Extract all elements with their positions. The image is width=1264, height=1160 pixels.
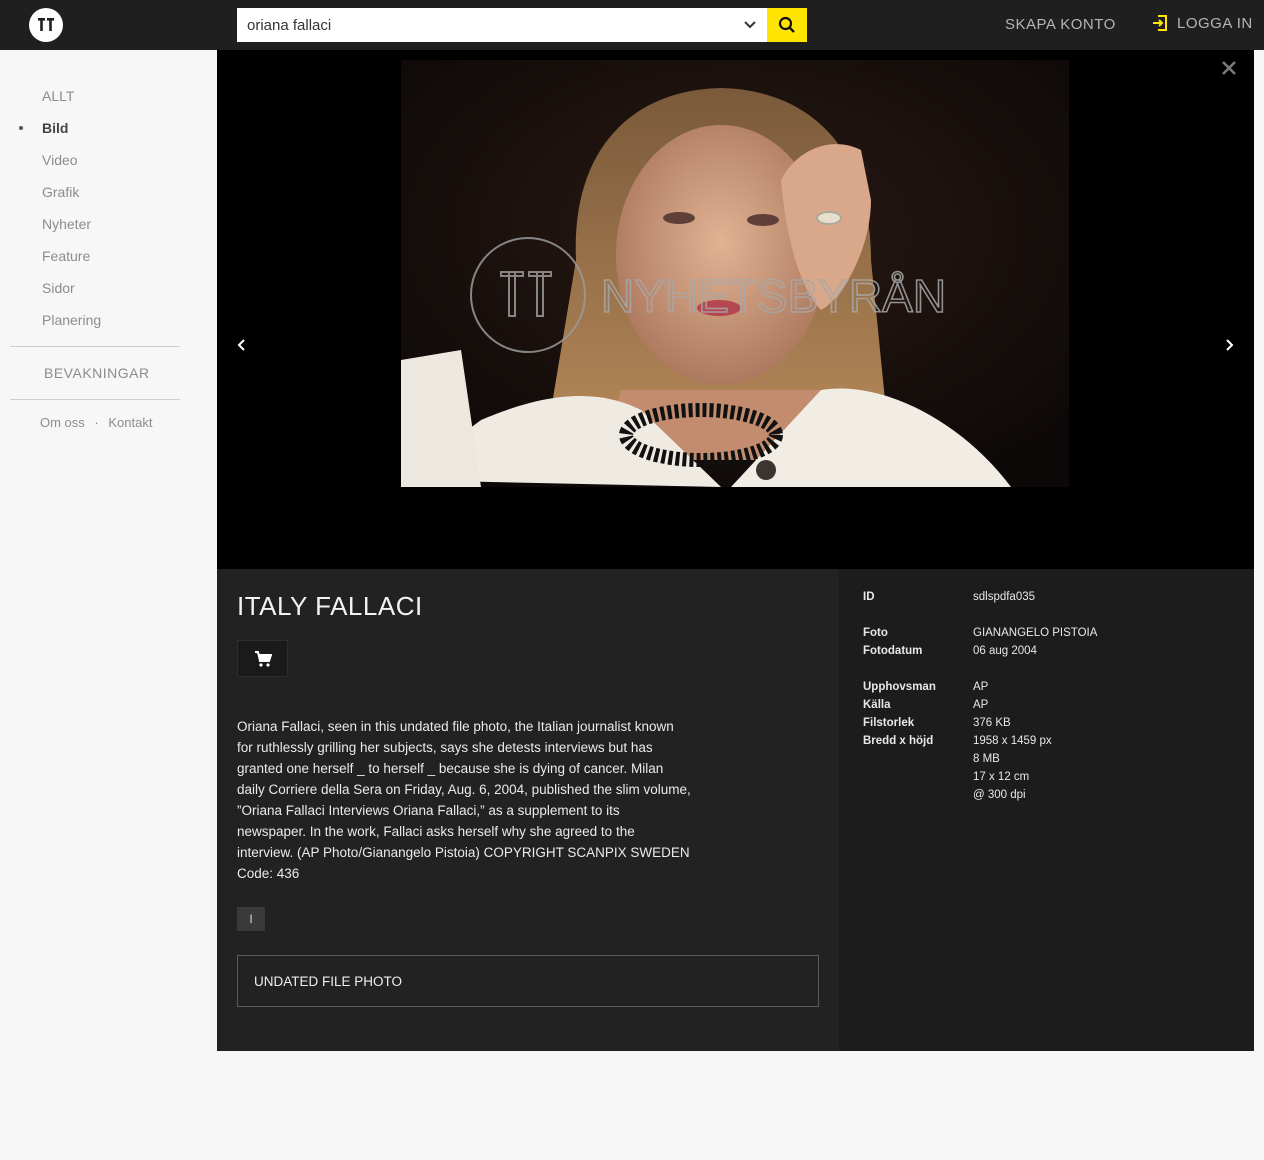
meta-filstorlek-value: 376 KB	[973, 717, 1011, 729]
image-title: ITALY FALLACI	[237, 591, 423, 621]
meta-dpi-value: @ 300 dpi	[973, 789, 1026, 801]
meta-foto-value: GIANANGELO PISTOIA	[973, 627, 1098, 639]
sidebar-item-allt[interactable]: ALLT	[42, 88, 74, 104]
sidebar-item-bevakningar[interactable]: BEVAKNINGAR	[44, 365, 150, 381]
keyword-box: UNDATED FILE PHOTO	[237, 955, 819, 1007]
main-photo[interactable]: NYHETSBYRÅN	[401, 60, 1069, 487]
meta-upphovsman-value: AP	[973, 681, 989, 693]
meta-cm-value: 17 x 12 cm	[973, 771, 1030, 783]
meta-kalla-value: AP	[973, 699, 989, 711]
meta-id-value: sdlspdfa035	[973, 591, 1036, 603]
sidebar: ALLT Bild Video Grafik Nyheter Feature S…	[0, 50, 217, 1160]
metadata-panel: ID sdlspdfa035 Foto GIANANGELO PISTOIA F…	[839, 569, 1254, 1051]
meta-bredd-value: 1958 x 1459 px	[973, 735, 1052, 747]
chevron-right-icon[interactable]	[1218, 334, 1240, 356]
logo-icon[interactable]	[29, 8, 63, 42]
meta-filstorlek-label: Filstorlek	[863, 717, 915, 729]
search-bar	[237, 8, 807, 42]
search-input[interactable]	[237, 8, 737, 42]
footer-separator: ·	[94, 415, 99, 430]
image-viewer: NYHETSBYRÅN	[217, 50, 1254, 569]
search-button[interactable]	[767, 8, 807, 42]
login-label: LOGGA IN	[1177, 14, 1253, 32]
create-account-link[interactable]: SKAPA KONTO	[1005, 16, 1116, 33]
chevron-left-icon[interactable]	[231, 334, 253, 356]
sidebar-item-nyheter[interactable]: Nyheter	[42, 216, 91, 232]
sidebar-item-planering[interactable]: Planering	[42, 312, 101, 328]
watermark-text: NYHETSBYRÅN	[601, 270, 946, 322]
meta-fotodatum-value: 06 aug 2004	[973, 645, 1037, 657]
sidebar-item-grafik[interactable]: Grafik	[42, 184, 79, 200]
tag-button[interactable]: I	[237, 907, 265, 931]
meta-mb-value: 8 MB	[973, 753, 1000, 765]
active-indicator	[19, 126, 23, 130]
close-icon[interactable]	[1218, 57, 1240, 79]
login-link[interactable]: LOGGA IN	[1151, 14, 1253, 32]
meta-bredd-label: Bredd x höjd	[863, 735, 934, 747]
divider	[10, 346, 180, 347]
meta-fotodatum-label: Fotodatum	[863, 645, 923, 657]
divider	[10, 399, 180, 400]
about-link[interactable]: Om oss	[40, 415, 85, 430]
top-bar: SKAPA KONTO LOGGA IN	[0, 0, 1264, 50]
contact-link[interactable]: Kontakt	[108, 415, 152, 430]
sidebar-item-video[interactable]: Video	[42, 152, 78, 168]
chevron-down-icon[interactable]	[733, 8, 767, 42]
add-to-cart-button[interactable]	[237, 640, 288, 677]
image-caption: Oriana Fallaci, seen in this undated fil…	[237, 719, 691, 881]
meta-foto-label: Foto	[863, 627, 888, 639]
sidebar-item-sidor[interactable]: Sidor	[42, 280, 75, 296]
sidebar-item-bild[interactable]: Bild	[42, 120, 68, 136]
sidebar-item-feature[interactable]: Feature	[42, 248, 90, 264]
cart-icon	[254, 650, 272, 667]
search-icon	[778, 16, 795, 33]
detail-panel: ITALY FALLACI Oriana Fallaci, seen in th…	[217, 569, 839, 1051]
meta-id-label: ID	[863, 591, 875, 603]
sidebar-footer: Om oss · Kontakt	[40, 415, 152, 430]
meta-upphovsman-label: Upphovsman	[863, 681, 936, 693]
meta-kalla-label: Källa	[863, 699, 891, 711]
keyword-text: UNDATED FILE PHOTO	[254, 974, 403, 989]
login-icon	[1153, 15, 1167, 31]
